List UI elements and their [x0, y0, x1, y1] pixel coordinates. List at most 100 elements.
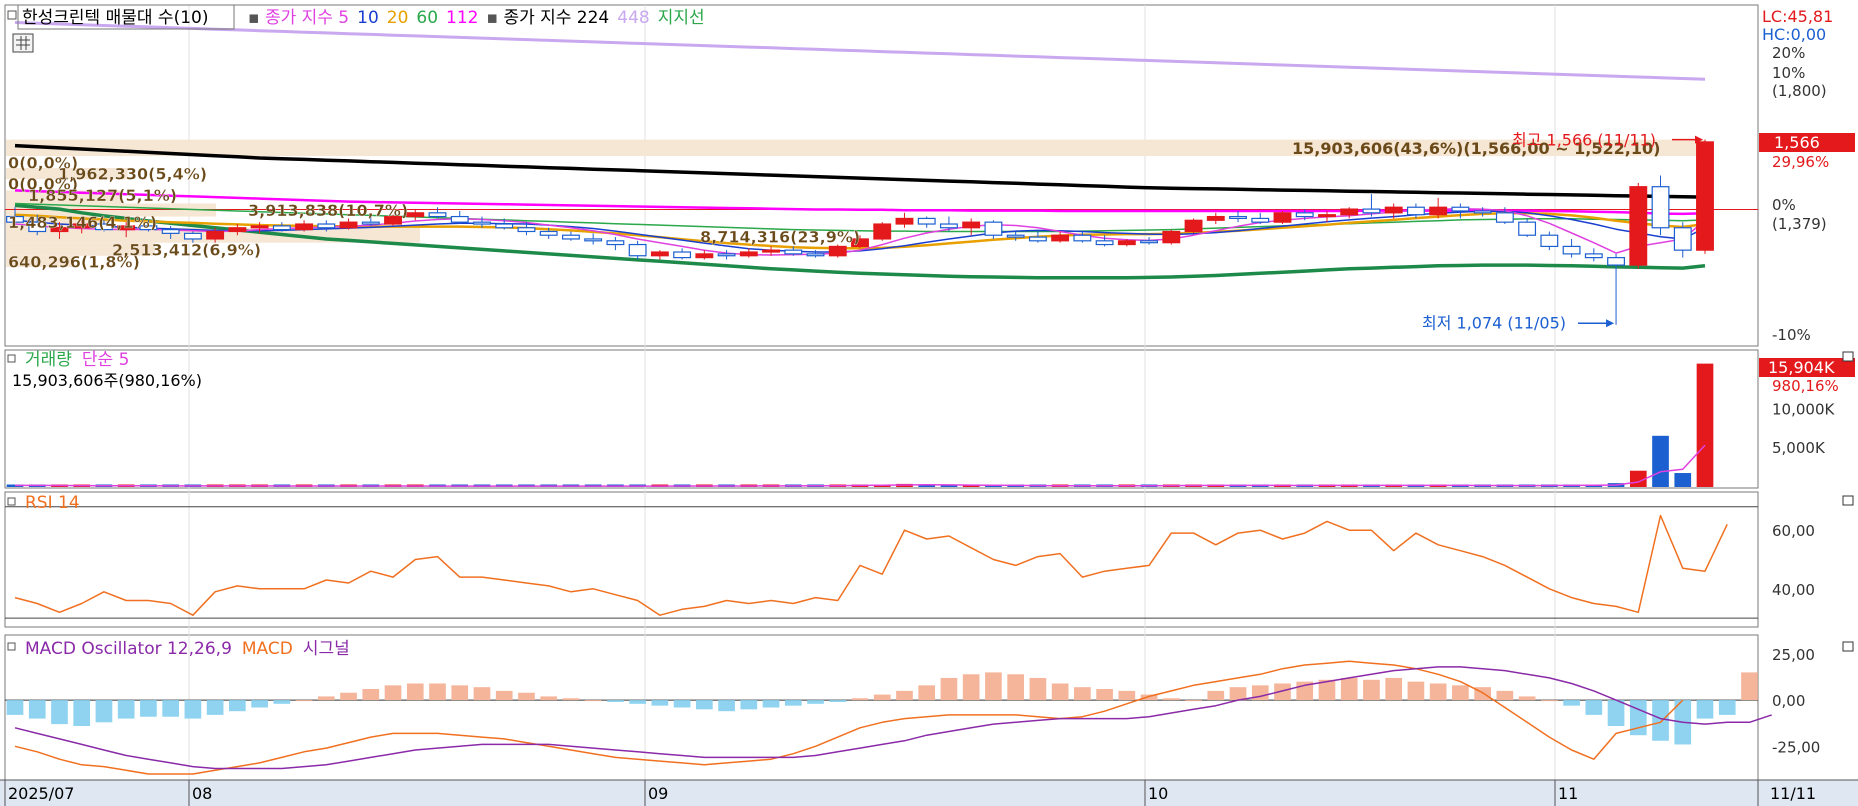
- volume-profile-label: 3,913,838(10,7%): [248, 201, 408, 220]
- macd-oscillator-bar: [918, 685, 936, 701]
- current-change-label: 29,96%: [1772, 153, 1829, 171]
- macd-oscillator-bar: [1229, 687, 1247, 701]
- macd-oscillator-bar: [940, 677, 958, 701]
- candle-up: [1117, 240, 1136, 246]
- macd-oscillator-bar: [1074, 687, 1091, 701]
- rsi-panel-title: RSI 14: [25, 493, 80, 513]
- candle-up: [1184, 219, 1203, 233]
- candle-up: [695, 253, 714, 259]
- macd-line: [14, 660, 1684, 775]
- macd-oscillator-bar: [429, 683, 446, 701]
- macd-oscillator-bar: [162, 700, 179, 717]
- volume-profile-label: 640,296(1,8%): [8, 252, 140, 271]
- macd-oscillator-bar: [1429, 683, 1447, 701]
- current-volume-label: 15,904K: [1768, 358, 1835, 377]
- macd-oscillator-bar: [251, 700, 268, 708]
- macd-oscillator-bar: [896, 690, 913, 701]
- candle-down: [539, 230, 558, 236]
- candle-up: [1318, 214, 1336, 218]
- candle-up: [1384, 206, 1403, 214]
- candle-down: [161, 229, 180, 234]
- candle-down: [1562, 245, 1581, 255]
- volume-bar: [1696, 363, 1714, 487]
- candle-down: [561, 234, 580, 240]
- macd-oscillator-bar: [1051, 683, 1069, 701]
- macd-oscillator-bar: [673, 700, 691, 708]
- rsi-panel-frame: [4, 491, 1759, 628]
- macd-oscillator-bar: [1029, 677, 1047, 701]
- macd-oscillator-bar: [495, 690, 513, 701]
- time-axis-end-label: 11/11: [1770, 784, 1816, 803]
- candle-up: [206, 230, 225, 240]
- macd-oscillator-bar: [1096, 689, 1113, 701]
- macd-oscillator-bar: [518, 692, 535, 701]
- macd-oscillator-bar: [1007, 674, 1024, 701]
- macd-oscillator-bar: [1496, 690, 1514, 701]
- macd-oscillator-bar: [651, 700, 669, 706]
- axis-rsi-40: 40,00: [1772, 581, 1815, 599]
- candle-down: [1140, 240, 1159, 244]
- macd-oscillator-bar: [95, 700, 113, 723]
- candle-down: [1518, 221, 1537, 236]
- candle-up: [762, 249, 780, 253]
- macd-panel-title: MACD Oscillator 12,26,9 MACD 시그널: [25, 639, 350, 659]
- candle-up: [739, 251, 758, 257]
- macd-oscillator-bar: [985, 672, 1002, 701]
- high-annotation: 최고 1,566 (11/11): [1512, 131, 1656, 150]
- chart-header-legend: 한성크린텍 매물대 수(10): [22, 8, 208, 28]
- candle-down: [450, 215, 469, 223]
- candle-down: [428, 212, 447, 218]
- macd-oscillator-bar: [384, 685, 402, 701]
- macd-oscillator-bar: [718, 700, 735, 712]
- candle-down: [1229, 215, 1247, 220]
- macd-oscillator-bar: [629, 700, 646, 704]
- data-table-icon: [12, 33, 34, 53]
- axis-macd-0: 0,00: [1772, 692, 1805, 710]
- rsi-panel-close-icon: [1842, 495, 1854, 506]
- time-axis-label: 11: [1558, 784, 1578, 803]
- axis-vol-5000: 5,000K: [1772, 439, 1826, 457]
- chart-canvas[interactable]: 0(0,0%)1,962,330(5,4%)0(0,0%)1,855,127(5…: [0, 0, 1858, 806]
- volume-bar: [1652, 435, 1669, 487]
- rsi-line: [14, 514, 1728, 616]
- candle-up: [1696, 141, 1714, 251]
- candle-down: [1295, 212, 1314, 218]
- axis-pct-20: 20%: [1772, 44, 1805, 62]
- axis-pct-m10: -10%: [1772, 326, 1811, 344]
- macd-oscillator-bar: [362, 689, 380, 701]
- macd-oscillator-bar: [584, 700, 602, 702]
- macd-oscillator-bar: [540, 696, 558, 701]
- macd-oscillator-bar: [28, 700, 46, 719]
- volume-ma5-line: [15, 444, 1706, 487]
- volume-bar: [1674, 473, 1692, 487]
- axis-macd-25: 25,00: [1772, 646, 1815, 664]
- candle-up: [873, 223, 892, 240]
- candle-down: [317, 223, 336, 229]
- candle-down: [784, 249, 803, 255]
- price-panel-frame: [4, 4, 1759, 347]
- macd-oscillator-bar: [317, 696, 335, 701]
- macd-legend-icon: [7, 642, 16, 651]
- candle-up: [895, 217, 914, 225]
- macd-oscillator-bar: [451, 685, 469, 701]
- candle-down: [606, 240, 625, 246]
- candle-down: [1651, 186, 1670, 229]
- time-axis-label: 08: [192, 784, 212, 803]
- candle-up: [1051, 234, 1070, 242]
- macd-oscillator-bar: [1541, 700, 1558, 702]
- current-price-label: 1,566: [1774, 133, 1820, 152]
- candle-down: [1251, 217, 1270, 223]
- time-axis-label: 2025/07: [8, 784, 74, 803]
- low-arrow-head: [1606, 319, 1615, 328]
- candle-down: [495, 223, 514, 229]
- candle-up: [295, 223, 314, 231]
- macd-oscillator-bar: [1363, 679, 1380, 701]
- ma448-line: [14, 21, 1706, 81]
- candle-down: [1495, 212, 1514, 223]
- candle-down: [1028, 236, 1047, 242]
- candle-down: [806, 253, 825, 257]
- macd-oscillator-bar: [740, 700, 758, 710]
- macd-oscillator-bar: [829, 700, 847, 702]
- macd-oscillator-bar: [295, 700, 313, 702]
- macd-oscillator-bar: [851, 698, 869, 701]
